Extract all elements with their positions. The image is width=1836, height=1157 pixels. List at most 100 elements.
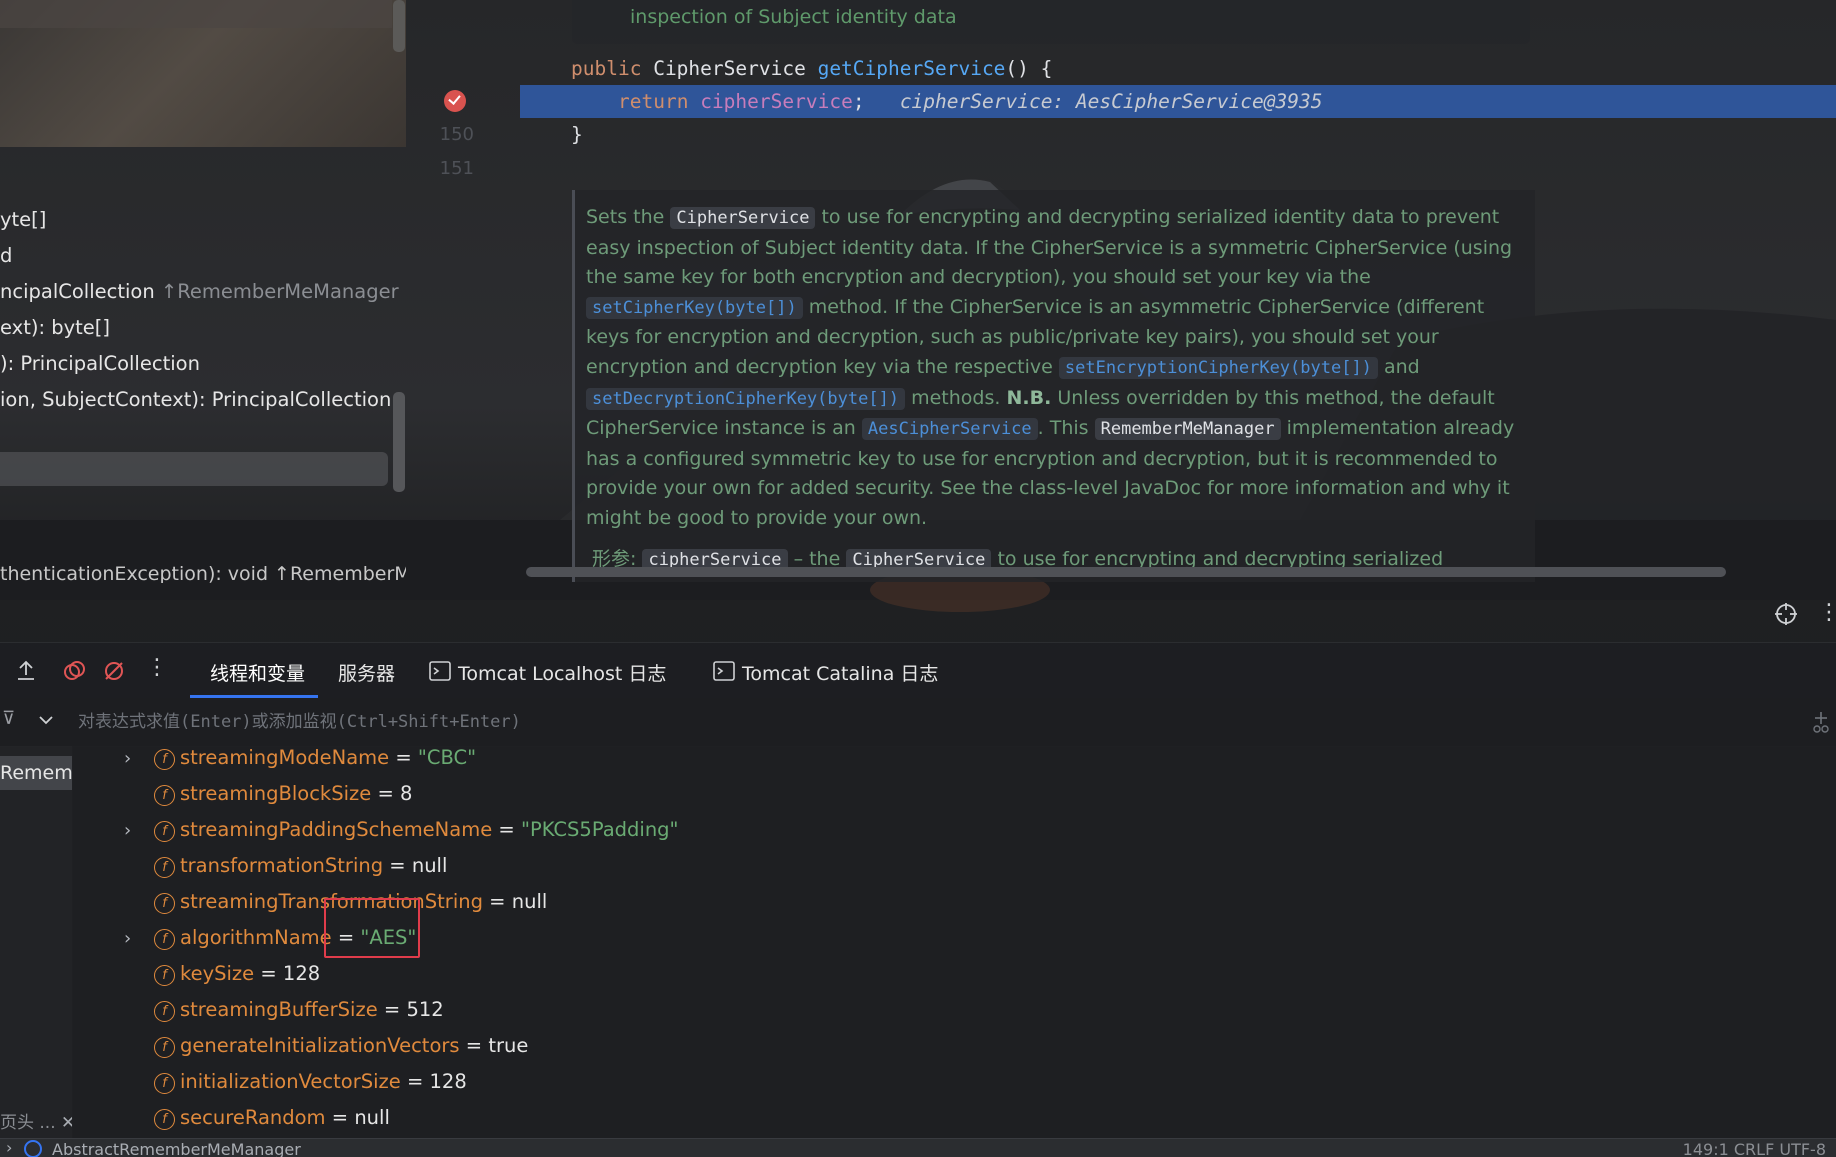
field-icon: f	[154, 1073, 175, 1094]
doc-text: . This	[1037, 417, 1089, 440]
evaluate-expression-input[interactable]	[76, 702, 1780, 742]
structure-item[interactable]: yte[]	[0, 208, 46, 231]
tab-tomcat-localhost-log[interactable]: Tomcat Localhost 日志	[458, 659, 666, 686]
structure-panel-header-area	[0, 0, 406, 147]
structure-item[interactable]: d	[0, 244, 12, 267]
variable-row[interactable]: f streamingBufferSize = 512	[72, 998, 1836, 1032]
keyword: return	[618, 90, 689, 113]
chevron-right-icon[interactable]: ›	[124, 928, 131, 949]
variable-row[interactable]: › f streamingModeName = "CBC"	[72, 746, 1836, 780]
doc-text: and	[1383, 355, 1420, 378]
field-icon: f	[154, 1109, 175, 1130]
structure-item[interactable]: ): PrincipalCollection	[0, 352, 200, 375]
chevron-right-icon[interactable]: ›	[124, 748, 131, 769]
code-line-return[interactable]: return cipherService; cipherService: Aes…	[618, 90, 1322, 113]
export-icon[interactable]	[14, 659, 38, 683]
console-icon	[429, 661, 451, 681]
frame-label: Rememb	[0, 762, 72, 784]
type-name: CipherService	[653, 57, 806, 80]
variable-row[interactable]: f secureRandom = null	[72, 1106, 1836, 1138]
structure-item-hint: ↑RememberMeManager	[160, 280, 399, 303]
variable-eq: =	[254, 962, 283, 985]
doc-text: Sets the	[586, 206, 665, 228]
debug-window-header: ⋮	[0, 582, 1836, 642]
doc-link[interactable]: AesCipherService	[861, 418, 1038, 441]
code-editor[interactable]: inspection of Subject identity data 150 …	[406, 0, 1836, 582]
tab-services[interactable]: 服务器	[338, 659, 395, 686]
variable-name: keySize	[180, 962, 255, 985]
doc-link[interactable]: setCipherKey(byte[])	[586, 296, 803, 319]
crosshair-icon[interactable]	[1774, 602, 1798, 626]
variable-value: null	[354, 1106, 390, 1129]
add-watch-icon[interactable]	[1810, 710, 1832, 734]
breakpoint-icon[interactable]	[444, 90, 466, 112]
code-punctuation: () {	[1005, 57, 1053, 80]
structure-scrollbar-thumb[interactable]	[393, 392, 405, 492]
structure-scrollbar[interactable]	[393, 0, 405, 52]
variable-name: initializationVectorSize	[180, 1070, 401, 1093]
structure-item-label: ext): byte[]	[0, 316, 110, 339]
structure-item-label: d	[0, 244, 13, 267]
variable-eq: =	[383, 854, 412, 877]
tab-tomcat-catalina-log[interactable]: Tomcat Catalina 日志	[742, 659, 938, 686]
field-name: cipherService	[700, 90, 853, 113]
structure-panel: yte[] d ncipalCollection ↑RememberMeMana…	[0, 0, 406, 583]
variable-row[interactable]: f keySize = 128	[72, 962, 1836, 996]
variable-row[interactable]: f streamingBlockSize = 8	[72, 782, 1836, 816]
variable-value: null	[511, 890, 548, 913]
doc-link[interactable]: setDecryptionCipherKey(byte[])	[586, 387, 906, 410]
structure-item[interactable]: ion, SubjectContext): PrincipalCollectio…	[0, 388, 391, 411]
structure-item-partial[interactable]: thenticationException): void ↑RememberMe…	[0, 563, 406, 583]
breadcrumb[interactable]: AbstractRememberMeManager	[52, 1140, 301, 1157]
code-line-method-signature[interactable]: public CipherService getCipherService() …	[571, 57, 1052, 80]
method-name: getCipherService	[817, 57, 1006, 80]
line-number: 150	[439, 124, 474, 145]
debug-toolbar: ⋮ 线程和变量 服务器 Tomcat Localhost 日志 Tomcat C…	[0, 642, 1836, 699]
code-line-close: }	[571, 123, 583, 146]
variable-row[interactable]: f transformationString = null	[72, 854, 1836, 888]
variable-row[interactable]: f initializationVectorSize = 128	[72, 1070, 1836, 1104]
chevron-right-icon: ›	[6, 1138, 13, 1157]
structure-item-label: ): PrincipalCollection	[0, 352, 200, 375]
variable-row[interactable]: f generateInitializationVectors = true	[72, 1034, 1836, 1068]
field-icon: f	[154, 929, 175, 950]
structure-item[interactable]: ncipalCollection ↑RememberMeManager	[0, 280, 399, 303]
chevron-right-icon[interactable]: ›	[124, 820, 131, 841]
field-icon: f	[154, 857, 175, 878]
variable-name: streamingBlockSize	[180, 782, 372, 805]
variable-value: 128	[429, 1070, 467, 1093]
javadoc-text: Sets the CipherService to use for encryp…	[586, 203, 1516, 534]
variable-value: 512	[406, 998, 444, 1021]
frames-bottom-text: 页头 ...	[0, 1113, 56, 1133]
variable-name: streamingBufferSize	[180, 998, 378, 1021]
status-position[interactable]: 149:1 CRLF UTF-8	[1683, 1140, 1826, 1157]
annotation-highlight-box	[324, 898, 420, 958]
variable-row[interactable]: › f streamingPaddingSchemeName = "PKCS5Pa…	[72, 818, 1836, 852]
console-icon	[713, 661, 735, 681]
view-breakpoints-icon[interactable]	[62, 659, 86, 683]
structure-item-label: ncipalCollection	[0, 280, 155, 303]
evaluate-expression-bar: ⊽	[0, 698, 1836, 747]
filter-icon[interactable]: ⊽	[2, 708, 15, 729]
mute-breakpoints-icon[interactable]	[102, 659, 126, 683]
more-options-icon[interactable]: ⋮	[1818, 600, 1836, 625]
variable-name: generateInitializationVectors	[180, 1034, 460, 1057]
status-bar: › AbstractRememberMeManager 149:1 CRLF U…	[0, 1138, 1836, 1157]
structure-selected-row[interactable]	[0, 452, 388, 486]
variable-eq: =	[371, 782, 401, 805]
variable-name: transformationString	[180, 854, 384, 877]
field-icon: f	[154, 785, 175, 806]
editor-horizontal-scrollbar[interactable]	[526, 567, 1726, 577]
variable-value: true	[488, 1034, 529, 1057]
more-icon[interactable]: ⋮	[146, 655, 168, 680]
structure-item-label: ion, SubjectContext): PrincipalCollectio…	[0, 388, 392, 411]
doc-link[interactable]: setEncryptionCipherKey(byte[])	[1058, 356, 1378, 379]
tab-threads-variables[interactable]: 线程和变量	[210, 659, 305, 686]
field-icon: f	[154, 749, 175, 770]
doc-bold: N.B.	[1006, 386, 1052, 409]
field-icon: f	[154, 1001, 175, 1022]
variable-eq: =	[482, 890, 512, 913]
variable-value: "CBC"	[417, 746, 477, 769]
chevron-down-icon[interactable]	[38, 714, 54, 726]
structure-item[interactable]: ext): byte[]	[0, 316, 110, 339]
